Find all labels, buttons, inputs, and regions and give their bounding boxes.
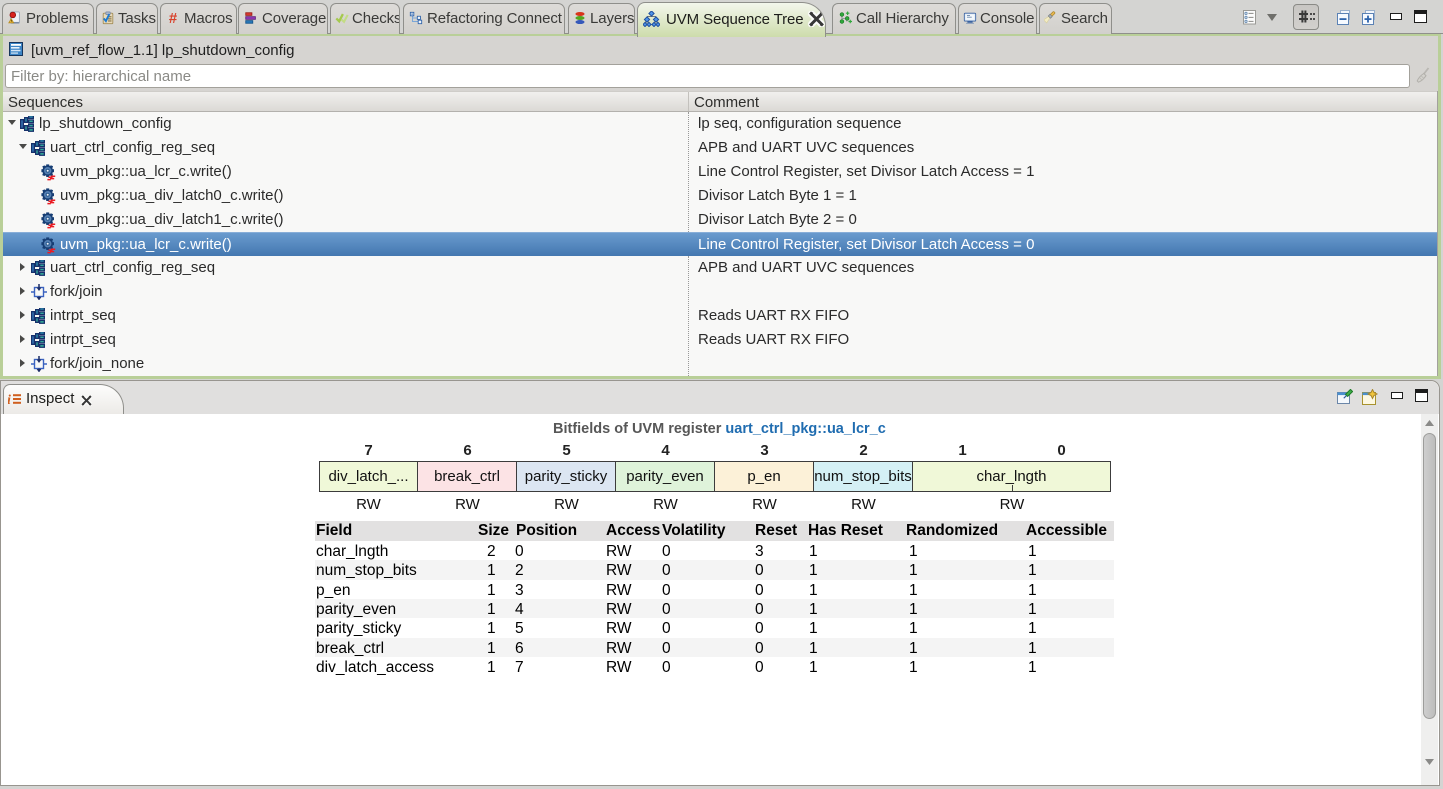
svg-text:#: # bbox=[169, 11, 178, 25]
svg-text:i: i bbox=[8, 393, 11, 406]
